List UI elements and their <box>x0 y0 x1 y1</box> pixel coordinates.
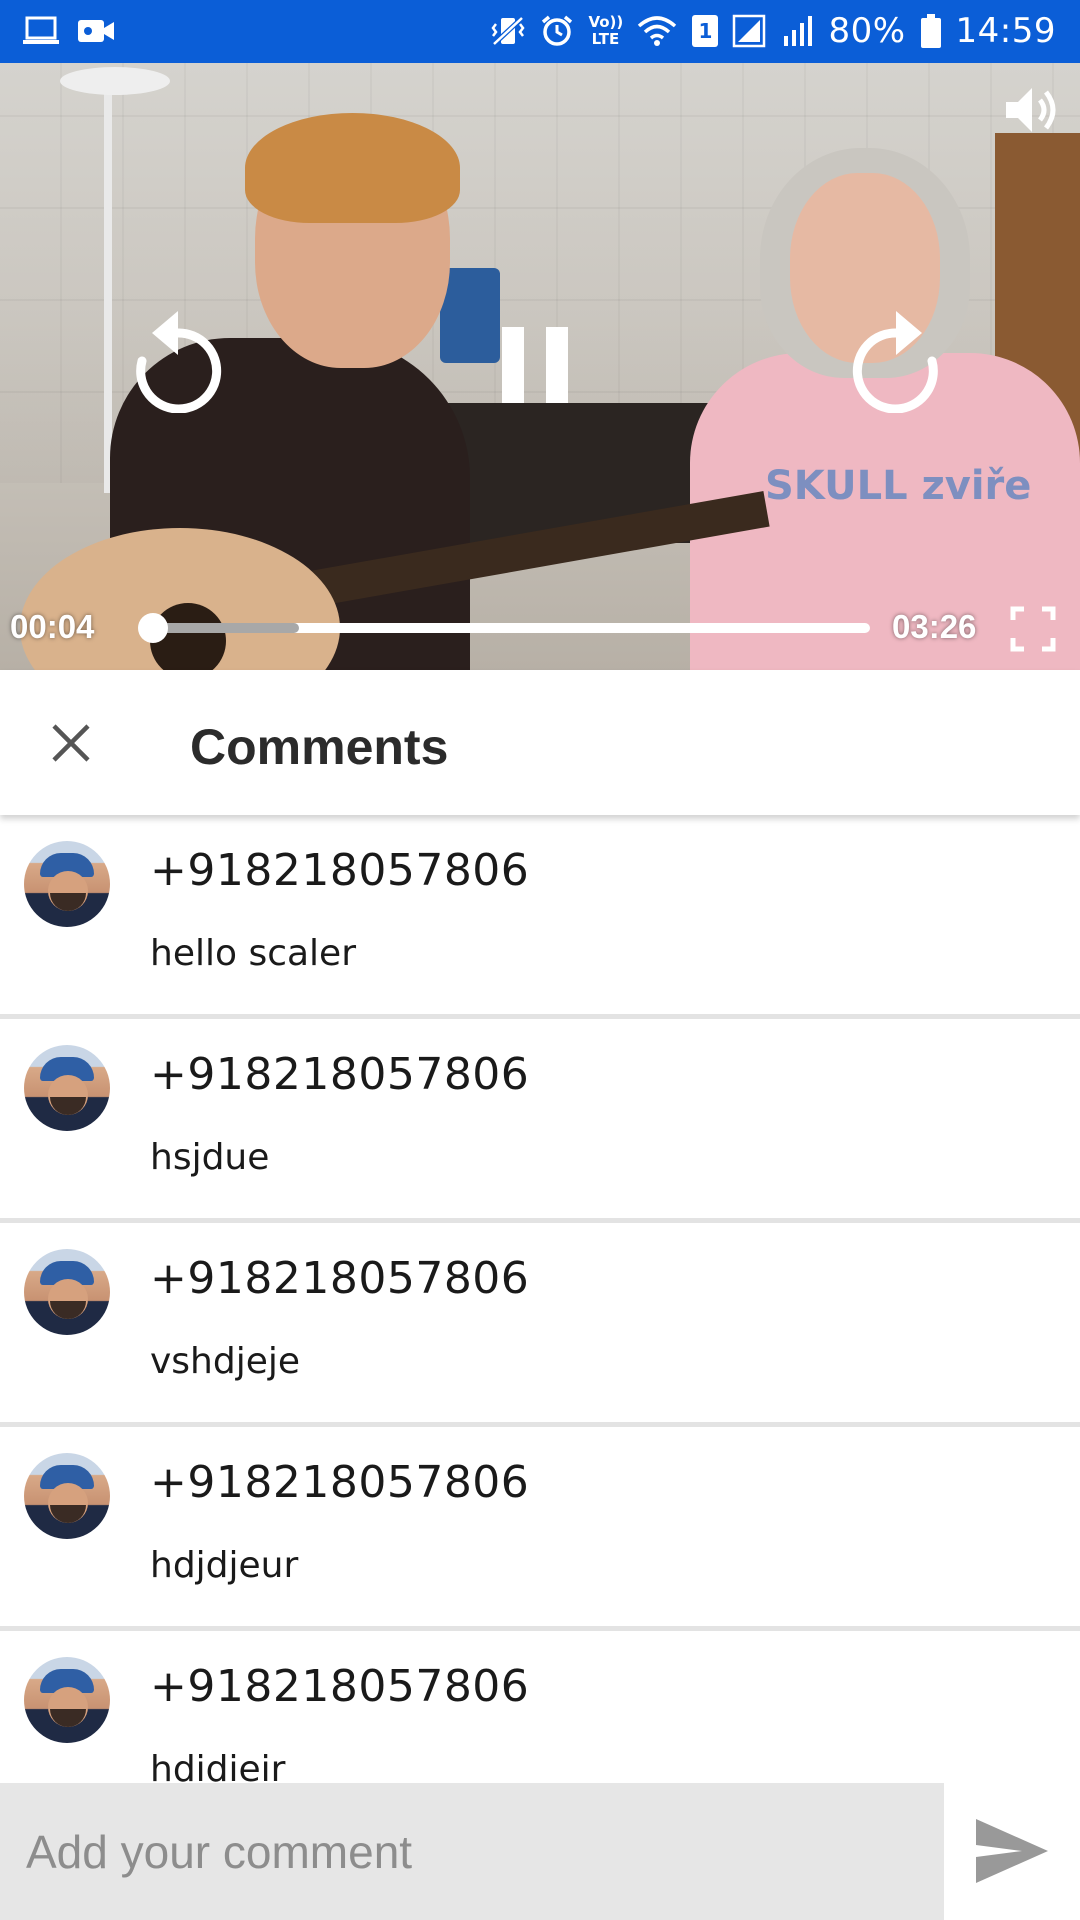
status-bar: Vo)) LTE 1 80% 14:59 <box>0 0 1080 63</box>
send-button[interactable] <box>972 1813 1052 1889</box>
comment-text: hdidieir <box>150 1749 286 1783</box>
comment-item: +918218057806 hello scaler <box>0 815 1080 1019</box>
current-time: 00:04 <box>10 608 95 645</box>
avatar <box>24 1657 110 1743</box>
comment-text: hdjdjeur <box>150 1545 299 1586</box>
comment-item: +918218057806 hdjdjeur <box>0 1427 1080 1631</box>
comment-text: hsjdue <box>150 1137 270 1178</box>
avatar <box>24 841 110 927</box>
comment-input[interactable] <box>0 1783 944 1920</box>
vibrate-icon <box>491 16 525 46</box>
comment-author: +918218057806 <box>150 1253 530 1304</box>
volume-icon[interactable] <box>1002 80 1062 140</box>
close-button[interactable] <box>48 720 94 766</box>
comment-text: hello scaler <box>150 933 356 974</box>
clock: 14:59 <box>955 11 1056 51</box>
comment-item: +918218057806 vshdjeje <box>0 1223 1080 1427</box>
comment-author: +918218057806 <box>150 1457 530 1508</box>
comment-author: +918218057806 <box>150 845 530 896</box>
laptop-icon <box>23 16 59 44</box>
wifi-icon <box>638 16 677 46</box>
battery-icon <box>920 14 941 48</box>
video-camera-icon <box>78 20 114 42</box>
signal-icon <box>784 16 813 46</box>
comments-title: Comments <box>190 719 449 775</box>
battery-percent: 80% <box>828 11 906 51</box>
avatar <box>24 1045 110 1131</box>
comment-author: +918218057806 <box>150 1049 530 1100</box>
comment-item: +918218057806 hdidieir <box>0 1631 1080 1783</box>
pause-button[interactable] <box>500 325 570 405</box>
avatar <box>24 1249 110 1335</box>
fullscreen-icon[interactable] <box>1010 606 1056 652</box>
rewind-icon[interactable] <box>128 303 228 413</box>
volte-text: Vo)) LTE <box>588 13 624 48</box>
sim-number: 1 <box>698 19 713 43</box>
send-icon <box>976 1819 1048 1883</box>
comment-author: +918218057806 <box>150 1661 530 1712</box>
forward-icon[interactable] <box>846 303 946 413</box>
signal-icon <box>733 14 766 48</box>
sim-1-icon: 1 <box>692 15 719 47</box>
pause-icon <box>502 327 568 403</box>
comment-input-bar <box>0 1783 1080 1920</box>
alarm-icon <box>542 15 573 46</box>
duration: 03:26 <box>892 608 977 645</box>
comment-text: vshdjeje <box>150 1341 301 1382</box>
comment-item: +918218057806 hsjdue <box>0 1019 1080 1223</box>
close-icon <box>52 724 90 762</box>
comment-list[interactable]: +918218057806 hello scaler +918218057806… <box>0 815 1080 1783</box>
seek-thumb[interactable] <box>137 613 168 643</box>
video-player[interactable]: SKULL zviře 00:04 03:26 <box>0 63 1080 670</box>
shirt-print: SKULL zviře <box>765 463 1032 509</box>
volte-icon: Vo)) LTE <box>588 11 624 51</box>
comments-header: Comments <box>0 670 1080 815</box>
avatar <box>24 1453 110 1539</box>
